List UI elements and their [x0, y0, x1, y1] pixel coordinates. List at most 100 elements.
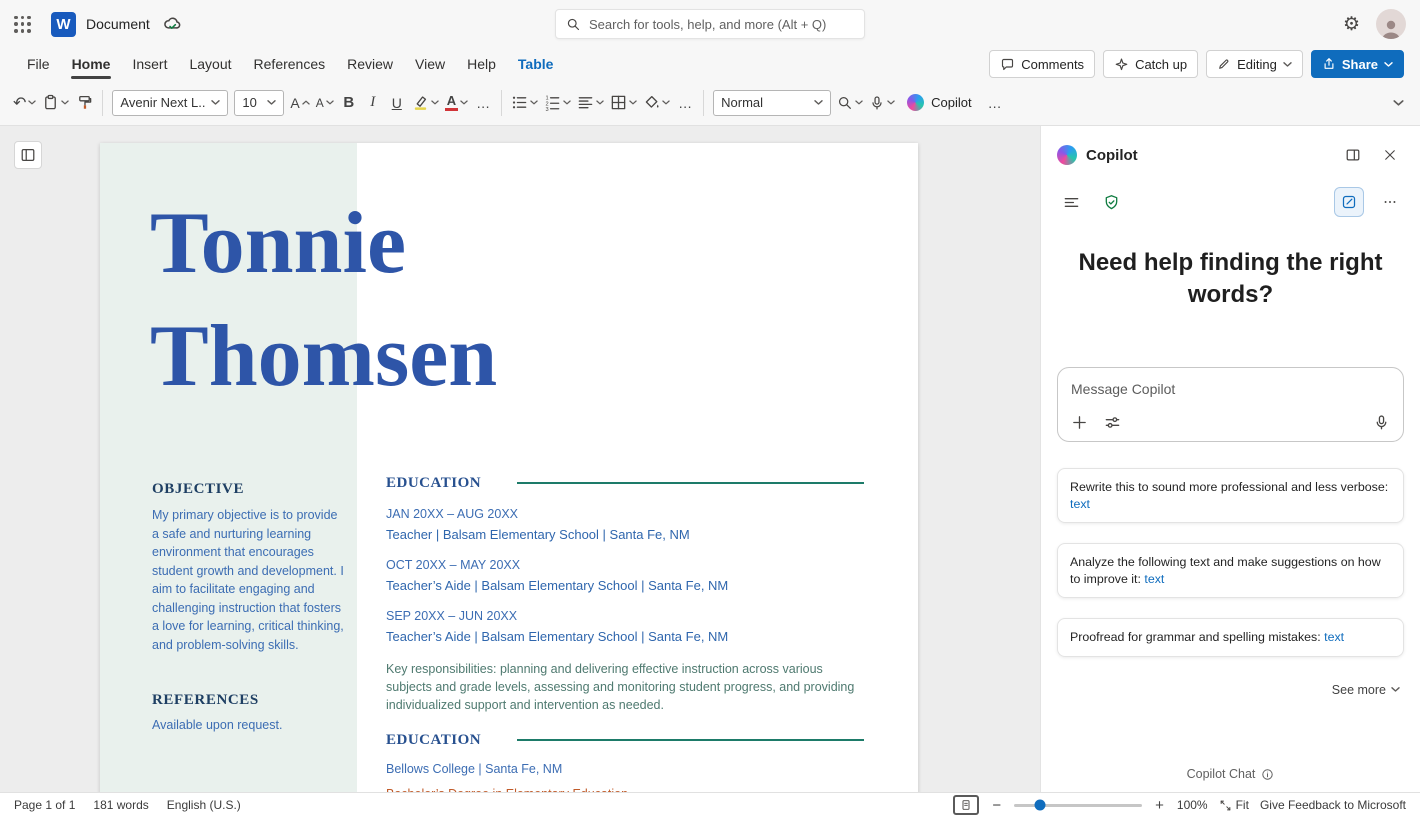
add-attachment-icon[interactable]	[1071, 414, 1088, 431]
dock-panel-button[interactable]	[1339, 141, 1367, 169]
info-icon[interactable]	[1261, 768, 1274, 781]
microphone-icon	[869, 95, 885, 111]
entry-dates: JAN 20XX – AUG 20XX	[386, 506, 864, 523]
bold-button[interactable]: B	[337, 88, 361, 118]
suggestion-card[interactable]: Analyze the following text and make sugg…	[1057, 543, 1404, 598]
font-size-combo[interactable]: 10	[234, 90, 284, 116]
chevron-down-icon	[1384, 62, 1393, 67]
resume-name-title[interactable]: Tonnie Thomsen	[150, 187, 497, 413]
zoom-slider[interactable]	[1014, 804, 1142, 807]
entry-role: Teacher’s Aide | Balsam Elementary Schoo…	[386, 628, 864, 646]
see-more-label: See more	[1332, 683, 1386, 697]
tab-help[interactable]: Help	[456, 51, 507, 77]
font-color-button[interactable]: A	[442, 88, 471, 118]
styles-combo[interactable]: Normal	[713, 90, 831, 116]
font-name-combo[interactable]: Avenir Next L...	[112, 90, 228, 116]
find-button[interactable]	[834, 88, 866, 118]
fit-label: Fit	[1236, 798, 1249, 812]
ribbon-overflow-button[interactable]: …	[983, 88, 1007, 118]
tab-layout[interactable]: Layout	[178, 51, 242, 77]
global-search[interactable]	[555, 9, 865, 39]
word-logo[interactable]: W	[51, 12, 76, 37]
page-count[interactable]: Page 1 of 1	[14, 798, 75, 812]
tab-file[interactable]: File	[16, 51, 61, 77]
font-size-value: 10	[242, 95, 261, 110]
grow-font-button[interactable]: A	[287, 88, 312, 118]
borders-button[interactable]	[607, 88, 640, 118]
fit-page-button[interactable]: Fit	[1219, 798, 1249, 812]
feedback-link[interactable]: Give Feedback to Microsoft	[1260, 798, 1406, 812]
bullets-button[interactable]	[508, 88, 541, 118]
share-button[interactable]: Share	[1311, 50, 1404, 78]
close-panel-button[interactable]	[1376, 141, 1404, 169]
editing-mode-dropdown[interactable]: Editing	[1206, 50, 1303, 78]
format-painter-button[interactable]	[72, 88, 96, 118]
shrink-font-button[interactable]: A	[313, 88, 337, 118]
collapse-ribbon-button[interactable]	[1386, 88, 1410, 118]
search-input[interactable]	[589, 17, 854, 32]
responsibilities-paragraph: Key responsibilities: planning and deliv…	[386, 660, 864, 714]
app-launcher-icon[interactable]	[14, 16, 31, 33]
word-count[interactable]: 181 words	[93, 798, 148, 812]
document-title[interactable]: Document	[86, 16, 150, 32]
copilot-ribbon-button[interactable]: Copilot	[904, 88, 974, 118]
share-icon	[1322, 57, 1336, 71]
suggestion-text-link[interactable]: text	[1070, 497, 1090, 511]
catch-up-button[interactable]: Catch up	[1103, 50, 1198, 78]
copilot-more-button[interactable]	[1376, 188, 1404, 216]
shading-button[interactable]	[640, 88, 673, 118]
zoom-in-button[interactable]: +	[1153, 798, 1166, 813]
page-navigation-toggle[interactable]	[14, 141, 42, 169]
status-bar: Page 1 of 1 181 words English (U.S.) − +…	[0, 792, 1420, 817]
language-selector[interactable]: English (U.S.)	[167, 798, 241, 812]
undo-button[interactable]: ↶	[10, 88, 39, 118]
settings-gear-icon[interactable]: ⚙	[1343, 15, 1360, 34]
dictate-button[interactable]	[866, 88, 898, 118]
tab-view[interactable]: View	[404, 51, 456, 77]
highlighter-icon	[412, 94, 429, 111]
education-heading-row: EDUCATION	[386, 473, 864, 493]
reading-view-button[interactable]	[953, 795, 979, 815]
user-avatar[interactable]	[1376, 9, 1406, 39]
tab-references[interactable]: References	[243, 51, 337, 77]
highlight-color-button[interactable]	[409, 88, 442, 118]
paragraph-overflow-button[interactable]: …	[673, 88, 697, 118]
see-more-button[interactable]: See more	[1061, 683, 1400, 697]
font-name-value: Avenir Next L...	[120, 95, 205, 110]
chevron-down-icon	[267, 100, 276, 105]
options-sliders-icon[interactable]	[1104, 414, 1121, 431]
suggestion-card[interactable]: Rewrite this to sound more professional …	[1057, 468, 1404, 523]
copilot-footer[interactable]: Copilot Chat	[1041, 767, 1420, 781]
tab-review[interactable]: Review	[336, 51, 404, 77]
zoom-out-button[interactable]: −	[990, 798, 1003, 813]
copilot-message-box[interactable]: Message Copilot	[1057, 367, 1404, 442]
zoom-slider-thumb[interactable]	[1034, 800, 1045, 811]
paste-button[interactable]	[39, 88, 72, 118]
alignment-button[interactable]	[574, 88, 607, 118]
heading-divider-line	[517, 739, 864, 741]
zoom-level[interactable]: 100%	[1177, 798, 1208, 812]
copilot-suggestions: Rewrite this to sound more professional …	[1057, 468, 1404, 657]
tab-table[interactable]: Table	[507, 51, 565, 77]
comments-button[interactable]: Comments	[989, 50, 1095, 78]
tab-home[interactable]: Home	[61, 51, 122, 77]
protected-button[interactable]	[1097, 188, 1125, 216]
new-chat-button[interactable]	[1334, 187, 1364, 217]
resume-right-column[interactable]: EDUCATION JAN 20XX – AUG 20XX Teacher | …	[386, 473, 864, 792]
pen-icon	[1217, 57, 1231, 71]
chat-history-button[interactable]	[1057, 188, 1085, 216]
sparkle-icon	[1114, 57, 1129, 72]
microphone-icon[interactable]	[1373, 414, 1390, 431]
numbering-button[interactable]: 123	[541, 88, 574, 118]
resume-left-column[interactable]: OBJECTIVE My primary objective is to pro…	[152, 480, 345, 732]
font-overflow-button[interactable]: …	[471, 88, 495, 118]
suggestion-text-link[interactable]: text	[1144, 572, 1164, 586]
tab-insert[interactable]: Insert	[121, 51, 178, 77]
underline-button[interactable]: U	[385, 88, 409, 118]
italic-button[interactable]: I	[361, 88, 385, 118]
numbered-list-icon: 123	[544, 94, 561, 111]
document-page[interactable]: Tonnie Thomsen OBJECTIVE My primary obje…	[100, 143, 918, 792]
suggestion-text-link[interactable]: text	[1324, 630, 1344, 644]
copilot-message-placeholder[interactable]: Message Copilot	[1071, 381, 1390, 397]
suggestion-card[interactable]: Proofread for grammar and spelling mista…	[1057, 618, 1404, 657]
